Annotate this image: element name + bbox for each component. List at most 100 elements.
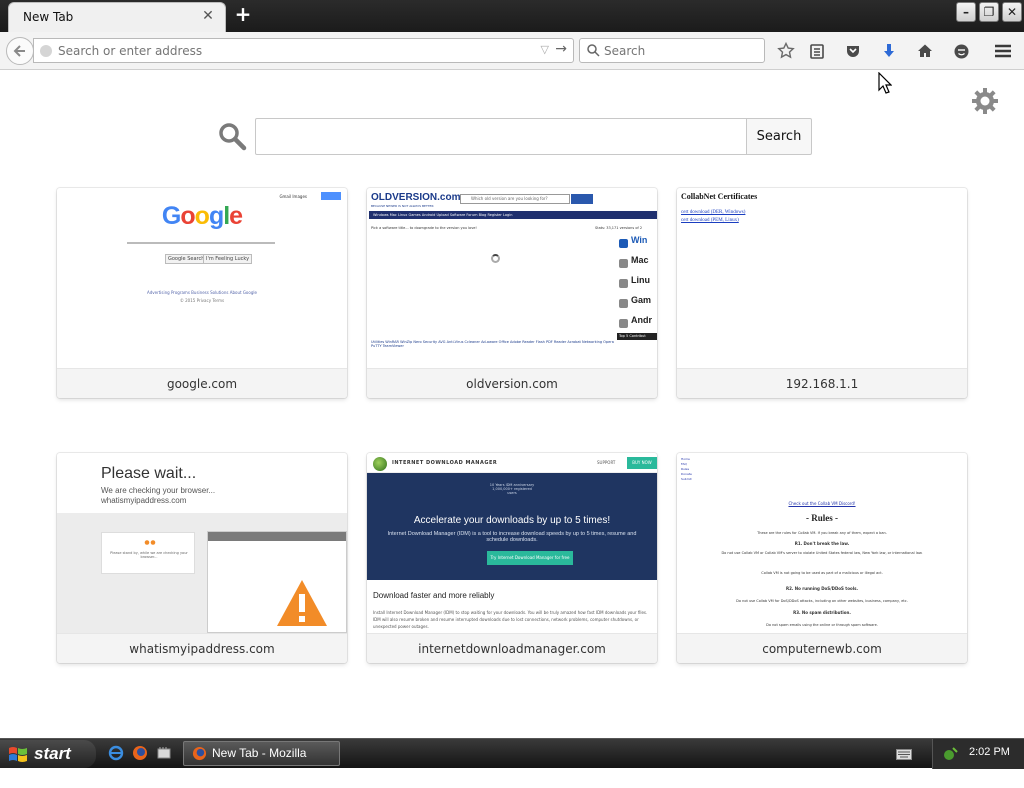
cert-link-der: cert download (DER, Windows): [681, 210, 746, 215]
network-icon[interactable]: [943, 746, 959, 762]
idm-name: INTERNET DOWNLOAD MANAGER: [392, 460, 498, 466]
page-search-input[interactable]: [255, 118, 747, 155]
cert-link-pem: cert download (PEM, Linux): [681, 218, 739, 223]
rules-line: R2. No running DoS/DDoS tools.: [785, 586, 858, 591]
page-search-icon: [219, 123, 247, 151]
standby-text: Please stand by, while we are checking y…: [110, 551, 188, 559]
firefox-icon: [192, 746, 207, 761]
pocket-icon[interactable]: [843, 41, 863, 61]
oldversion-side-item: Andr: [617, 315, 657, 333]
oldversion-nav-text: Windows Mac Linux Games Android Upload S…: [373, 213, 513, 217]
idm-support-link: SUPPORT: [597, 460, 616, 465]
oldversion-top5: Top 5 Contribut: [617, 333, 657, 340]
rules-line: Do not use Collab VM or Collab VM's serv…: [721, 551, 923, 555]
taskbar-item-firefox[interactable]: New Tab - Mozilla Fire...: [183, 741, 340, 783]
restore-button[interactable]: ❐: [979, 2, 999, 22]
new-tab-button[interactable]: +: [234, 4, 252, 24]
taskbar: start New Tab - Mozilla Fire... 2:02 PM: [0, 738, 1024, 783]
hamburger-menu-icon[interactable]: [993, 41, 1013, 61]
oldversion-side-item: Linu: [617, 275, 657, 293]
bookmark-star-icon[interactable]: [776, 41, 796, 61]
top-site-tile-computernewb[interactable]: Home FAQ Rules Donate Submit Check out t…: [677, 453, 967, 663]
computernewb-banner: Check out the Collab VM Discord!: [788, 501, 856, 506]
rules-line: R3. No spam distribution.: [793, 610, 851, 615]
internet-explorer-icon[interactable]: [108, 745, 124, 761]
system-tray: 2:02 PM: [932, 739, 1024, 769]
oldversion-side-item: Gam: [617, 295, 657, 313]
idm-logo-icon: [373, 457, 387, 471]
computernewb-nav: Home FAQ Rules Donate Submit: [681, 457, 692, 482]
oldversion-search-thumb: Which old version are you looking for?: [460, 194, 570, 204]
top-links-thumb: Gmail Images: [279, 194, 307, 199]
search-input[interactable]: [604, 41, 754, 61]
url-bar[interactable]: ▽ →: [33, 38, 574, 63]
lucky-btn-thumb: I'm Feeling Lucky: [203, 254, 253, 264]
show-desktop-icon[interactable]: [156, 745, 172, 761]
minimize-button[interactable]: –: [956, 2, 976, 22]
tile-label: internetdownloadmanager.com: [367, 633, 657, 663]
idm-hero: 10 Years IDM anniversary 1,000,000+ regi…: [367, 473, 657, 580]
hello-chat-icon[interactable]: [951, 41, 971, 61]
tile-label: whatismyipaddress.com: [57, 633, 347, 663]
idm-headline: Accelerate your downloads by up to 5 tim…: [413, 515, 611, 526]
start-button[interactable]: start: [0, 740, 96, 768]
url-input[interactable]: [58, 41, 528, 61]
mouse-cursor-icon: [878, 72, 892, 94]
google-search-btn-thumb: Google Search: [165, 254, 208, 264]
idm-description: Internet Download Manager (IDM) is a too…: [387, 531, 637, 543]
start-label: start: [34, 744, 71, 763]
gear-icon[interactable]: [970, 86, 1000, 116]
clock[interactable]: 2:02 PM: [969, 746, 1010, 758]
idm-header: INTERNET DOWNLOAD MANAGER SUPPORT BUY NO…: [367, 453, 657, 473]
home-icon[interactable]: [915, 41, 935, 61]
window-controls: – ❐ ✕: [956, 2, 1022, 22]
search-box-thumb: [127, 242, 275, 244]
identity-icon[interactable]: [40, 45, 52, 57]
oldversion-go-thumb: [571, 194, 593, 204]
oldversion-tagline: BECAUSE NEWER IS NOT ALWAYS BETTER: [371, 204, 434, 208]
url-history-dropdown-icon[interactable]: ▽: [541, 43, 549, 56]
google-logo: Google: [161, 202, 243, 230]
oldversion-pick: Pick a software title... to downgrade to…: [371, 226, 477, 230]
idm-buy-button: BUY NOW: [627, 457, 657, 469]
search-icon: [587, 44, 600, 57]
top-site-tile-google[interactable]: Gmail Images Google Google Search I'm Fe…: [57, 188, 347, 398]
top-site-tile-whatismyip[interactable]: Please wait... We are checking your brow…: [57, 453, 347, 663]
top-site-tile-router[interactable]: CollabNet Certificates cert download (DE…: [677, 188, 967, 398]
close-tab-icon[interactable]: ✕: [201, 9, 215, 23]
search-bar[interactable]: [579, 38, 765, 63]
top-site-tile-oldversion[interactable]: OLDVERSION.com BECAUSE NEWER IS NOT ALWA…: [367, 188, 657, 398]
rules-line: Collab VM is not going to be used as par…: [761, 571, 883, 575]
browser-illustration-bar: [208, 532, 346, 541]
loading-spinner-icon: [491, 254, 500, 263]
tile-thumbnail: Home FAQ Rules Donate Submit Check out t…: [677, 453, 967, 633]
oldversion-columns: Utilities WinRAR WinZip Nero Security AV…: [371, 340, 614, 348]
oldversion-side-item: Mac: [617, 255, 657, 273]
bookmarks-menu-icon[interactable]: [807, 41, 827, 61]
oldversion-logo: OLDVERSION.com: [371, 192, 461, 203]
loading-dots-icon: [144, 540, 156, 545]
tile-label: computernewb.com: [677, 633, 967, 663]
page-search-button[interactable]: Search: [746, 118, 812, 155]
go-arrow-icon[interactable]: →: [555, 41, 567, 57]
oldversion-side-item: Win: [617, 235, 657, 253]
idm-cta-button: Try Internet Download Manager for free: [487, 551, 573, 565]
back-button[interactable]: [6, 37, 34, 65]
windows-flag-icon: [9, 747, 27, 762]
rules-line: R1. Don't break the law.: [794, 541, 850, 546]
warning-icon: [277, 580, 327, 626]
tile-label: oldversion.com: [367, 368, 657, 398]
downloads-icon[interactable]: [879, 41, 899, 61]
close-window-button[interactable]: ✕: [1002, 2, 1022, 22]
rules-line: These are the rules for Collab VM. If yo…: [757, 531, 887, 535]
standby-card: Please stand by, while we are checking y…: [101, 532, 195, 574]
top-site-tile-idm[interactable]: INTERNET DOWNLOAD MANAGER SUPPORT BUY NO…: [367, 453, 657, 663]
keyboard-icon[interactable]: [896, 749, 912, 760]
tile-label: google.com: [57, 368, 347, 398]
oldversion-nav-thumb: Windows Mac Linux Games Android Upload S…: [369, 211, 657, 219]
please-wait-title: Please wait...: [101, 465, 197, 482]
tab-new-tab[interactable]: New Tab ✕: [8, 2, 226, 32]
tile-thumbnail: INTERNET DOWNLOAD MANAGER SUPPORT BUY NO…: [367, 453, 657, 633]
idm-subheading: Download faster and more reliably: [373, 591, 495, 600]
firefox-icon[interactable]: [132, 745, 148, 761]
